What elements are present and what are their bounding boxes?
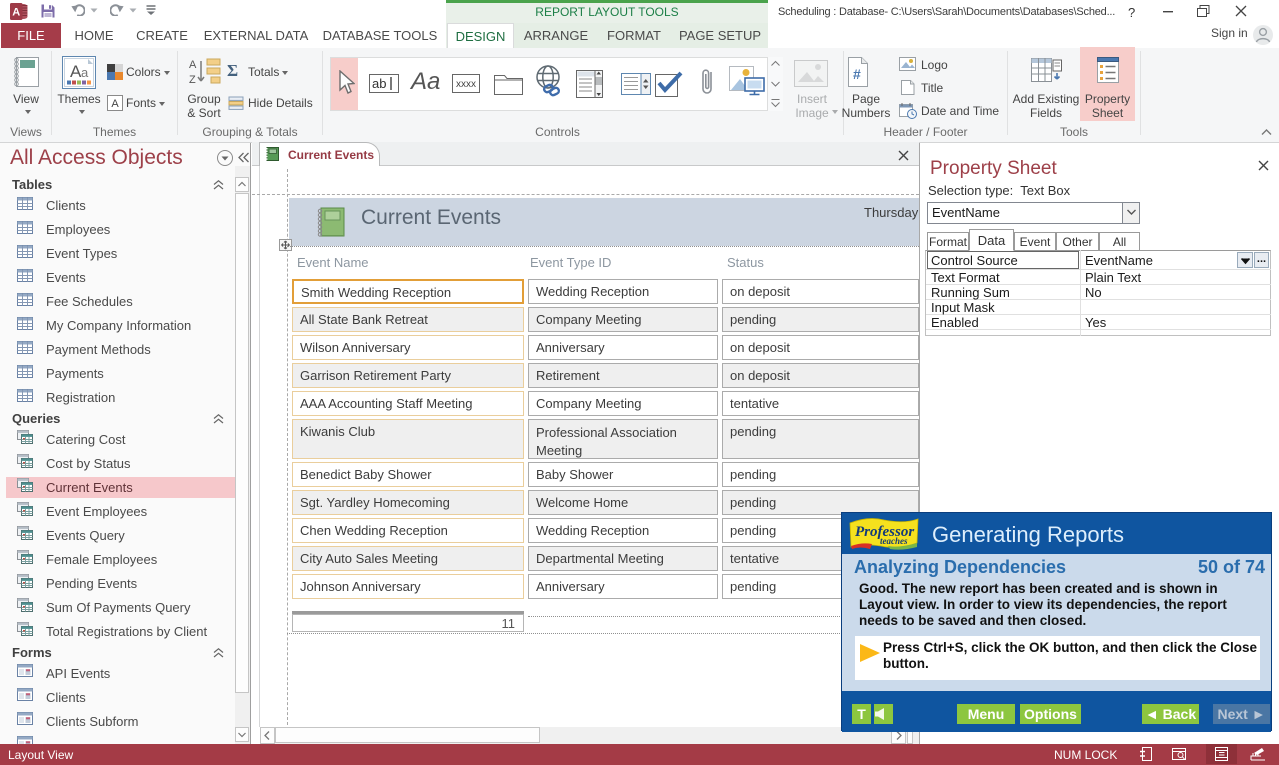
svg-text:teaches: teaches xyxy=(880,536,908,546)
